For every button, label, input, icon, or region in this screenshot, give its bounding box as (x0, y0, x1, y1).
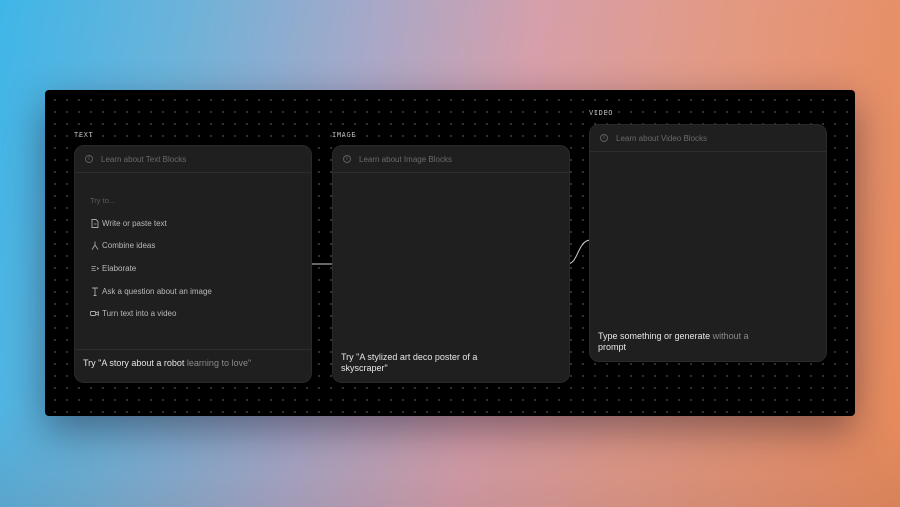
text-cursor-icon (90, 287, 99, 296)
background-gradient (0, 407, 900, 507)
prompt-placeholder-dim: learning to love" (186, 358, 252, 368)
text-block[interactable]: i Learn about Text Blocks Try to... Writ… (74, 145, 312, 383)
learn-video-blocks-link[interactable]: Learn about Video Blocks (616, 134, 707, 143)
video-block[interactable]: i Learn about Video Blocks Type somethin… (589, 124, 827, 362)
learn-text-blocks-link[interactable]: Learn about Text Blocks (101, 155, 186, 164)
suggestion-ask-question[interactable]: Ask a question about an image (90, 286, 212, 296)
document-icon (90, 218, 99, 228)
prompt-placeholder: Try "A story about a robot (83, 358, 187, 368)
video-prompt-input[interactable]: Type something or generate without a pro… (598, 331, 773, 353)
connector-image-video (567, 239, 591, 265)
prompt-placeholder: Type something or generate (598, 331, 713, 341)
prompt-placeholder-end: prompt (598, 342, 627, 352)
suggestion-combine-ideas[interactable]: Combine ideas (90, 241, 212, 251)
text-block-header[interactable]: i Learn about Text Blocks (75, 146, 311, 173)
info-icon: i (85, 155, 93, 163)
suggestion-list: Try to... Write or paste text Combine id… (90, 196, 212, 331)
prompt-placeholder-dim: without a (712, 331, 749, 341)
image-block[interactable]: i Learn about Image Blocks Try "A styliz… (332, 145, 570, 383)
video-block-label: VIDEO (589, 109, 614, 117)
video-block-header[interactable]: i Learn about Video Blocks (590, 125, 826, 152)
block-canvas[interactable]: TEXT i Learn about Text Blocks Try to...… (45, 90, 855, 416)
image-block-label: IMAGE (332, 131, 357, 139)
suggestion-text-to-video[interactable]: Turn text into a video (90, 309, 212, 319)
video-camera-icon (90, 309, 99, 318)
suggestion-write-or-paste[interactable]: Write or paste text (90, 218, 212, 228)
info-icon: i (343, 155, 351, 163)
merge-icon (90, 241, 99, 250)
try-to-label: Try to... (90, 196, 116, 205)
image-prompt-input[interactable]: Try "A stylized art deco poster of a sky… (341, 352, 511, 374)
suggestion-label: Write or paste text (102, 218, 167, 228)
text-block-label: TEXT (74, 131, 94, 139)
suggestion-label: Combine ideas (102, 241, 156, 251)
suggestion-label: Elaborate (102, 263, 137, 273)
connector-text-image (309, 263, 333, 265)
suggestion-elaborate[interactable]: Elaborate (90, 263, 212, 273)
image-block-header[interactable]: i Learn about Image Blocks (333, 146, 569, 173)
suggestion-label: Ask a question about an image (102, 286, 212, 296)
learn-image-blocks-link[interactable]: Learn about Image Blocks (359, 155, 452, 164)
suggestion-label: Turn text into a video (102, 309, 177, 319)
divider (75, 349, 311, 350)
text-prompt-input[interactable]: Try "A story about a robot learning to l… (83, 358, 303, 369)
info-icon: i (600, 134, 608, 142)
elaborate-icon (90, 264, 99, 273)
